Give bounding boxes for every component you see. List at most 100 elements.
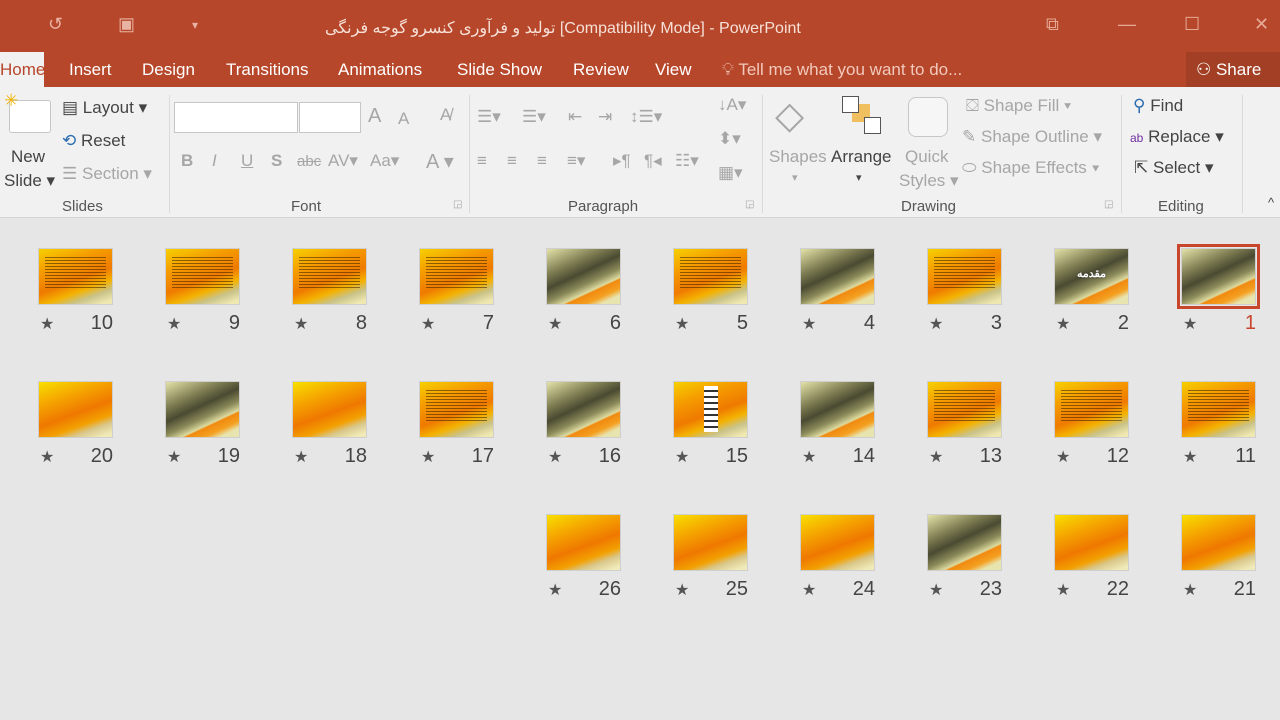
drawing-dialog-launcher-icon[interactable]: ◲ [1104,199,1113,210]
animation-star-icon[interactable]: ★ [1056,447,1070,467]
tab-slide-show[interactable]: Slide Show [457,60,542,80]
select-button[interactable]: ⇱ Select ▾ [1134,158,1214,178]
decrease-indent-icon[interactable]: ⇤ [568,107,582,127]
slide-thumbnail[interactable] [38,381,113,438]
text-shadow-icon[interactable]: S [271,151,282,171]
animation-star-icon[interactable]: ★ [548,447,562,467]
font-name-input[interactable] [174,102,298,133]
increase-indent-icon[interactable]: ⇥ [598,107,612,127]
minimize-icon[interactable]: — [1118,14,1136,35]
slide-thumbnail[interactable] [546,248,621,305]
animation-star-icon[interactable]: ★ [1183,314,1197,334]
bold-icon[interactable]: B [181,151,193,171]
slide-thumbnail[interactable] [165,381,240,438]
slide-thumbnail[interactable] [1177,244,1260,309]
animation-star-icon[interactable]: ★ [1183,447,1197,467]
section-button[interactable]: ☰ Section ▾ [62,164,152,184]
animation-star-icon[interactable]: ★ [675,314,689,334]
clear-formatting-icon[interactable]: A̸ [440,105,451,125]
animation-star-icon[interactable]: ★ [1183,580,1197,600]
tab-review[interactable]: Review [573,60,629,80]
text-direction-icon[interactable]: ↓A▾ [718,95,746,115]
font-dialog-launcher-icon[interactable]: ◲ [453,199,462,210]
close-icon[interactable]: ✕ [1254,14,1269,35]
tab-home[interactable]: Home [0,52,45,87]
shrink-font-icon[interactable]: A [398,109,409,129]
animation-star-icon[interactable]: ★ [1056,580,1070,600]
animation-star-icon[interactable]: ★ [548,314,562,334]
shape-outline-button[interactable]: ✎ Shape Outline ▾ [962,127,1102,147]
paragraph-dialog-launcher-icon[interactable]: ◲ [745,199,754,210]
shape-effects-button[interactable]: ⬭ Shape Effects ▾ [962,158,1100,178]
slide-thumbnail[interactable] [546,381,621,438]
font-size-input[interactable] [299,102,361,133]
font-color-icon[interactable]: A ▾ [426,149,454,174]
character-spacing-icon[interactable]: AV▾ [328,151,358,171]
shapes-dropdown-icon[interactable]: ▾ [792,171,798,184]
columns-icon[interactable]: ☷▾ [675,151,699,171]
line-spacing-icon[interactable]: ↕☰▾ [630,107,662,127]
numbering-icon[interactable]: ☰▾ [522,107,546,127]
arrange-button[interactable]: Arrange [831,147,891,167]
align-left-icon[interactable]: ≡ [477,151,487,171]
find-button[interactable]: ⚲ Find [1133,96,1183,116]
arrange-dropdown-icon[interactable]: ▾ [856,171,862,184]
slide-thumbnail[interactable] [800,381,875,438]
new-slide-label-1[interactable]: New [11,147,45,167]
slide-thumbnail[interactable] [800,248,875,305]
animation-star-icon[interactable]: ★ [40,314,54,334]
slide-thumbnail[interactable] [927,381,1002,438]
share-button[interactable]: ⚇ Share [1186,52,1280,87]
animation-star-icon[interactable]: ★ [167,447,181,467]
animation-star-icon[interactable]: ★ [294,314,308,334]
slide-thumbnail[interactable] [1181,381,1256,438]
slide-thumbnail[interactable] [419,381,494,438]
bullets-icon[interactable]: ☰▾ [477,107,501,127]
slide-thumbnail[interactable] [927,248,1002,305]
shapes-button[interactable]: Shapes [769,147,827,167]
shape-fill-button[interactable]: ⛋ Shape Fill ▾ [966,96,1071,116]
slide-thumbnail[interactable] [419,248,494,305]
redo-icon[interactable]: ↺ [48,14,63,35]
slide-thumbnail[interactable] [165,248,240,305]
customize-qat-icon[interactable]: ▾ [192,18,198,32]
animation-star-icon[interactable]: ★ [1056,314,1070,334]
animation-star-icon[interactable]: ★ [802,314,816,334]
animation-star-icon[interactable]: ★ [675,447,689,467]
quick-styles-label-1[interactable]: Quick [905,147,948,167]
slide-thumbnail[interactable] [673,514,748,571]
align-text-icon[interactable]: ⬍▾ [718,129,741,149]
tab-design[interactable]: Design [142,60,195,80]
animation-star-icon[interactable]: ★ [167,314,181,334]
tab-view[interactable]: View [655,60,692,80]
new-slide-button[interactable]: Slide ▾ [4,171,55,191]
slide-thumbnail[interactable] [927,514,1002,571]
slide-thumbnail[interactable]: مقدمه [1054,248,1129,305]
animation-star-icon[interactable]: ★ [294,447,308,467]
animation-star-icon[interactable]: ★ [548,580,562,600]
layout-button[interactable]: ▤ Layout ▾ [62,98,147,118]
slide-thumbnail[interactable] [38,248,113,305]
center-icon[interactable]: ≡ [507,151,517,171]
change-case-icon[interactable]: Aa▾ [370,151,399,171]
animation-star-icon[interactable]: ★ [929,580,943,600]
tab-insert[interactable]: Insert [69,60,112,80]
animation-star-icon[interactable]: ★ [421,447,435,467]
justify-icon[interactable]: ≡▾ [567,151,585,171]
start-from-beginning-icon[interactable]: ▣ [118,14,135,35]
animation-star-icon[interactable]: ★ [802,580,816,600]
quick-styles-button[interactable]: Styles ▾ [899,171,959,191]
rtl-icon[interactable]: ¶◂ [644,151,662,171]
slide-thumbnail[interactable] [1054,514,1129,571]
slide-thumbnail[interactable] [800,514,875,571]
collapse-ribbon-icon[interactable]: ^ [1268,195,1274,210]
slide-thumbnail[interactable] [1054,381,1129,438]
maximize-icon[interactable]: ☐ [1184,14,1200,35]
ltr-icon[interactable]: ▸¶ [613,151,631,171]
underline-icon[interactable]: U [241,151,253,171]
tab-animations[interactable]: Animations [338,60,422,80]
slide-thumbnail[interactable] [1181,514,1256,571]
replace-button[interactable]: ab Replace ▾ [1130,127,1224,147]
ribbon-display-options-icon[interactable]: ⧉ [1046,14,1059,35]
slide-thumbnail[interactable] [292,381,367,438]
